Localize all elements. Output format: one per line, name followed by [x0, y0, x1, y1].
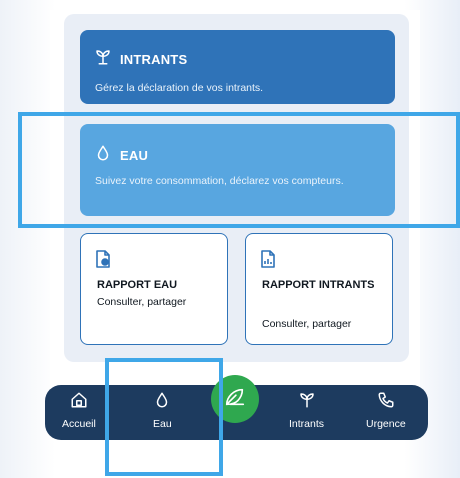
- rapport-eau-subtitle: Consulter, partager: [97, 296, 187, 308]
- intrants-tile-title: INTRANTS: [120, 52, 188, 67]
- nav-label-intrants: Intrants: [289, 418, 325, 430]
- nav-label-eau: Eau: [153, 418, 172, 430]
- nav-item-urgence[interactable]: Urgence: [366, 391, 406, 430]
- water-drop-icon: [153, 391, 171, 412]
- center-fab-button[interactable]: [211, 375, 259, 423]
- rapport-intrants-title: RAPPORT INTRANTS: [262, 279, 375, 291]
- intrants-tile-description: Gérez la déclaration de vos intrants.: [95, 82, 264, 94]
- water-drop-icon: [94, 144, 112, 167]
- phone-icon: [377, 391, 395, 412]
- eau-tile-header: EAU: [94, 144, 148, 167]
- document-chart-icon: [260, 250, 276, 273]
- intrants-tile-header: INTRANTS: [94, 48, 187, 71]
- rapport-intrants-card[interactable]: RAPPORT INTRANTS Consulter, partager: [245, 233, 393, 345]
- rapport-eau-card[interactable]: RAPPORT EAU Consulter, partager: [80, 233, 228, 345]
- intrants-tile[interactable]: INTRANTS Gérez la déclaration de vos int…: [80, 30, 395, 104]
- seedling-icon: [94, 48, 112, 71]
- eau-tile-title: EAU: [120, 148, 149, 163]
- rapport-eau-title: RAPPORT EAU: [97, 279, 178, 291]
- nav-label-accueil: Accueil: [62, 418, 96, 430]
- seedling-icon: [298, 391, 316, 412]
- nav-item-intrants[interactable]: Intrants: [289, 391, 324, 430]
- home-icon: [70, 391, 88, 412]
- document-chart-icon: [95, 250, 111, 273]
- nav-label-urgence: Urgence: [366, 418, 406, 430]
- eau-tile-description: Suivez votre consommation, déclarez vos …: [95, 175, 344, 187]
- leaf-icon: [224, 386, 246, 413]
- rapport-intrants-subtitle: Consulter, partager: [262, 318, 352, 330]
- nav-item-accueil[interactable]: Accueil: [62, 391, 96, 430]
- nav-item-eau[interactable]: Eau: [153, 391, 172, 430]
- eau-tile[interactable]: EAU Suivez votre consommation, déclarez …: [80, 124, 395, 216]
